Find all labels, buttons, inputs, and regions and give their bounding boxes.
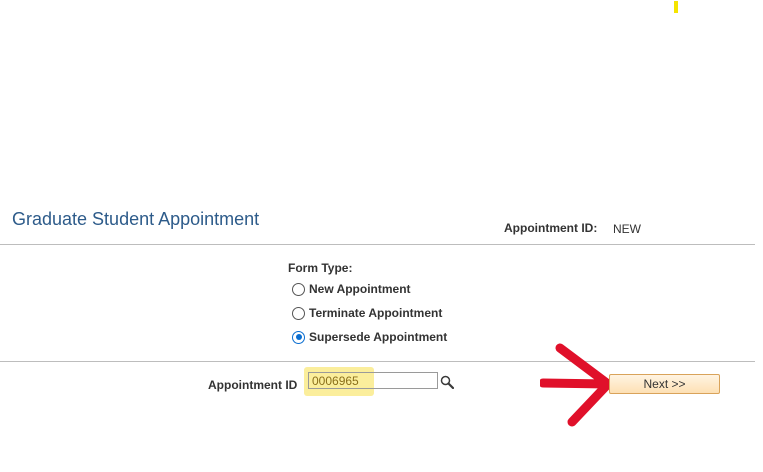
page: Graduate Student Appointment Appointment… [0,0,763,472]
radio-terminate-appointment[interactable]: Terminate Appointment [292,305,442,321]
appointment-id-label: Appointment ID: [504,221,598,235]
red-arrow-icon [540,343,613,427]
form-type-label: Form Type: [288,261,353,275]
radio-button-selected[interactable] [292,330,305,344]
next-button[interactable]: Next >> [609,374,720,394]
magnifier-icon[interactable] [440,375,454,389]
highlight-mark [674,1,678,13]
appointment-id-field-label: Appointment ID [208,378,298,392]
appointment-id-input[interactable] [308,372,438,389]
divider [0,244,755,245]
radio-new-appointment[interactable]: New Appointment [292,281,411,297]
divider [0,361,755,362]
page-title: Graduate Student Appointment [12,209,260,229]
radio-button[interactable] [292,282,305,296]
radio-label: Supersede Appointment [309,330,448,344]
radio-label: Terminate Appointment [309,306,443,320]
radio-button[interactable] [292,306,305,320]
radio-label: New Appointment [309,282,411,296]
appointment-id-value: NEW [613,222,641,236]
radio-supersede-appointment[interactable]: Supersede Appointment [292,329,447,345]
